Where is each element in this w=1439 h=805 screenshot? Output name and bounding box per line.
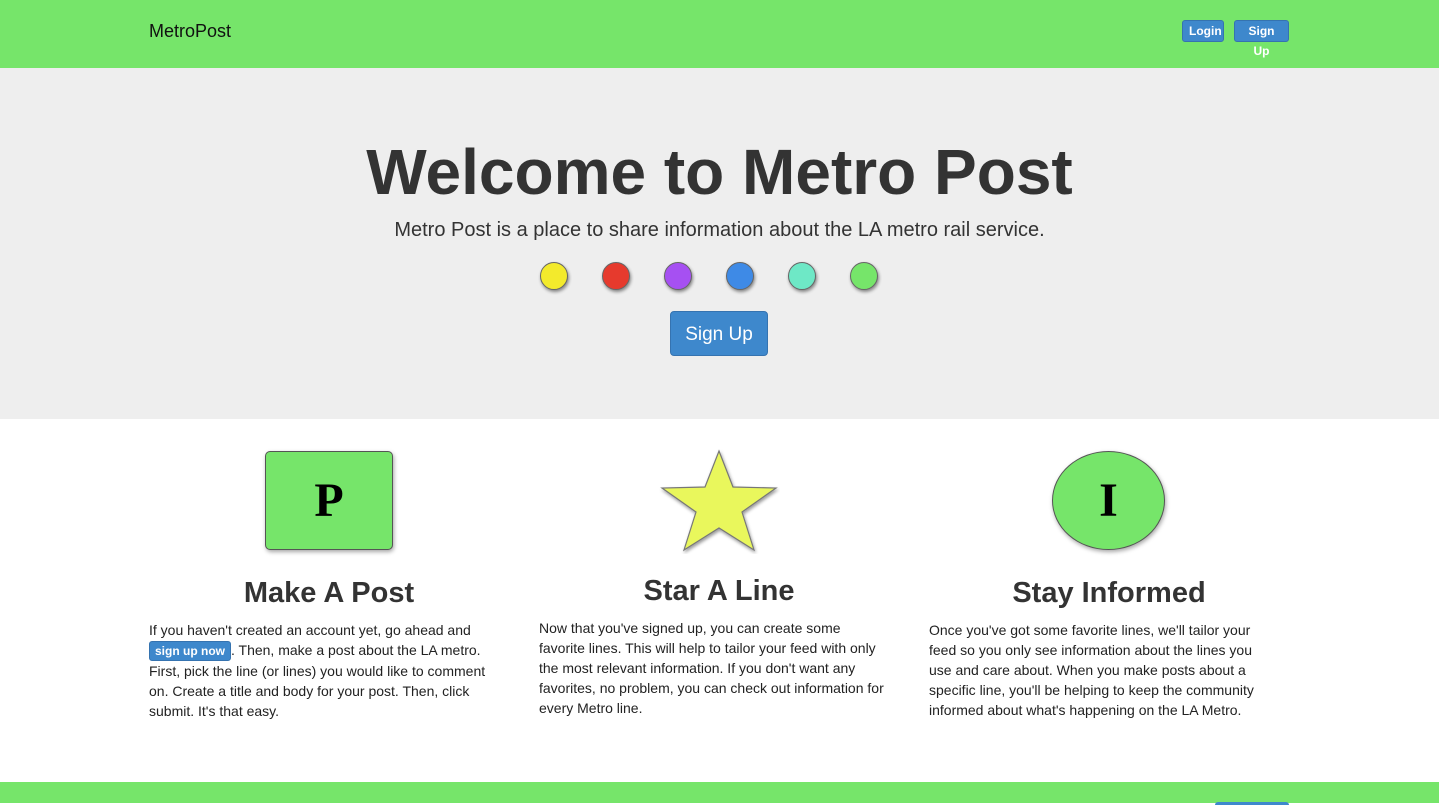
- info-icon: I: [1052, 451, 1165, 550]
- line-dot-teal: [788, 262, 816, 290]
- line-dot-red: [602, 262, 630, 290]
- hero-subtitle: Metro Post is a place to share informati…: [394, 219, 1045, 241]
- feature-title-star-line: Star A Line: [643, 575, 795, 607]
- feature-title-make-post: Make A Post: [243, 577, 415, 609]
- line-dot-purple: [664, 262, 692, 290]
- signup-now-button[interactable]: sign up now: [149, 641, 231, 661]
- login-button[interactable]: Login: [1182, 20, 1224, 42]
- feature-text-star-line: Now that you've signed up, you can creat…: [539, 620, 884, 716]
- hero-section: Welcome to Metro Post Metro Post is a pl…: [0, 68, 1439, 419]
- feature-text-part: If you haven't created an account yet, g…: [149, 622, 471, 638]
- star-icon: [660, 449, 778, 552]
- footer-bar: [0, 782, 1439, 805]
- feature-title-stay-informed: Stay Informed: [1012, 577, 1206, 609]
- line-dot-blue: [726, 262, 754, 290]
- top-navbar: MetroPost Login Sign Up: [0, 0, 1439, 68]
- signup-nav-button[interactable]: Sign Up: [1234, 20, 1289, 58]
- line-dot-yellow: [540, 262, 568, 290]
- hero-title: Welcome to Metro Post: [366, 136, 1073, 208]
- hero-signup-button[interactable]: Sign Up: [670, 311, 768, 356]
- feature-text-make-post: If you haven't created an account yet, g…: [149, 620, 494, 721]
- line-dot-green: [850, 262, 878, 290]
- brand-logo[interactable]: MetroPost: [149, 20, 231, 42]
- feature-text-stay-informed: Once you've got some favorite lines, we'…: [929, 622, 1254, 718]
- post-icon: P: [265, 451, 393, 550]
